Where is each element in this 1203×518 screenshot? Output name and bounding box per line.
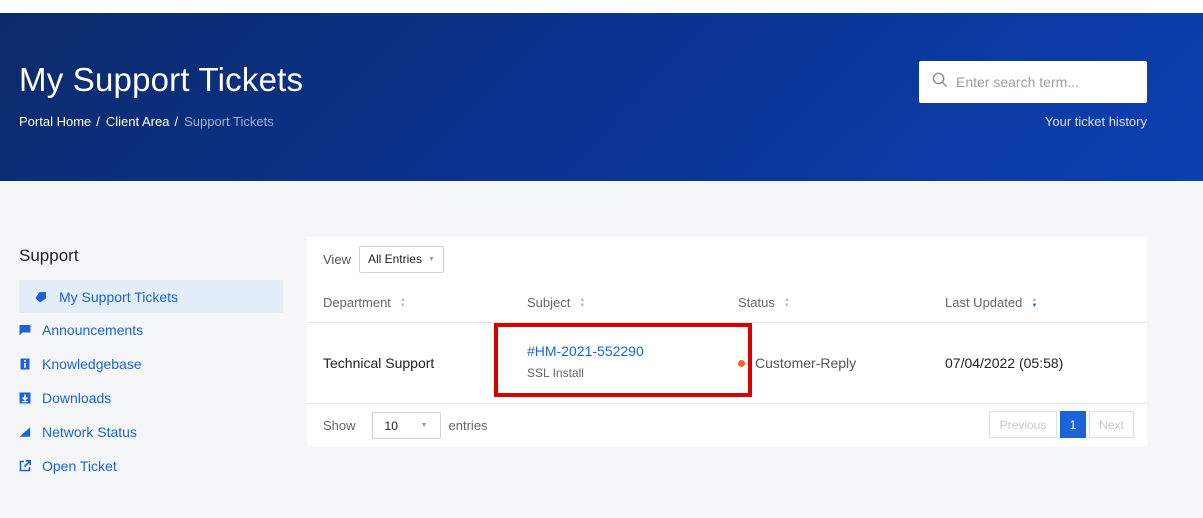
column-label: Status	[738, 295, 775, 310]
external-link-icon	[19, 460, 31, 472]
sort-desc-icon: ▲ ▼	[1031, 296, 1038, 309]
view-select[interactable]: All Entries ▼	[358, 245, 444, 273]
sort-icon: ▲ ▼	[399, 296, 406, 309]
ticket-id-link[interactable]: #HM-2021-552290	[527, 343, 644, 359]
table-footer: Show 10 ▼ entries Previous 1 Next	[307, 404, 1147, 447]
ticket-icon	[35, 291, 47, 303]
sidebar-menu: My Support Tickets Announcements Knowled…	[19, 280, 283, 483]
table-row[interactable]: Technical Support #HM-2021-552290 SSL In…	[307, 323, 1147, 404]
sort-icon: ▲ ▼	[579, 296, 586, 309]
entries-select[interactable]: 10 ▼	[371, 412, 441, 439]
search-icon	[932, 72, 948, 93]
ticket-subject: SSL Install	[527, 366, 584, 380]
breadcrumb-portal-home[interactable]: Portal Home	[19, 114, 91, 129]
sidebar-item-downloads[interactable]: Downloads	[19, 381, 283, 415]
view-filter: View All Entries ▼	[307, 237, 1147, 281]
view-select-value: All Entries	[367, 252, 422, 266]
breadcrumb-client-area[interactable]: Client Area	[106, 114, 170, 129]
status-label: Customer-Reply	[755, 355, 857, 371]
view-label: View	[323, 251, 351, 267]
column-header-department[interactable]: Department ▲ ▼	[323, 295, 406, 310]
sidebar-item-open-ticket[interactable]: Open Ticket	[19, 449, 283, 483]
column-label: Department	[323, 295, 391, 310]
column-header-subject[interactable]: Subject ▲ ▼	[527, 295, 585, 310]
pagination: Previous 1 Next	[989, 411, 1134, 438]
cell-subject: #HM-2021-552290 SSL Install	[527, 343, 644, 380]
chevron-down-icon: ▼	[427, 255, 435, 263]
breadcrumb-current: Support Tickets	[184, 114, 274, 129]
show-label: Show	[323, 418, 356, 433]
pagination-previous-button[interactable]: Previous	[989, 411, 1057, 438]
download-icon	[19, 392, 31, 404]
page-header: My Support Tickets Portal Home / Client …	[0, 13, 1203, 181]
status-dot-icon	[738, 359, 745, 367]
column-header-last-updated[interactable]: Last Updated ▲ ▼	[945, 295, 1037, 310]
breadcrumb-separator: /	[174, 114, 179, 129]
sidebar-item-label: Announcements	[42, 322, 144, 338]
entries-length: Show 10 ▼ entries	[323, 412, 488, 439]
breadcrumb-separator: /	[96, 114, 100, 129]
sidebar-item-knowledgebase[interactable]: Knowledgebase	[19, 347, 283, 381]
sort-icon: ▲ ▼	[783, 296, 790, 309]
cell-status: Customer-Reply	[738, 355, 856, 371]
ticket-history-link[interactable]: Your ticket history	[1045, 114, 1147, 129]
sidebar-item-label: Knowledgebase	[42, 356, 142, 372]
sidebar-heading: Support	[19, 246, 79, 265]
chevron-down-icon: ▼	[420, 422, 428, 429]
search-box[interactable]	[919, 61, 1147, 103]
top-strip	[0, 0, 1203, 13]
breadcrumb: Portal Home / Client Area / Support Tick…	[19, 114, 274, 129]
sidebar-item-label: Open Ticket	[42, 458, 117, 474]
sidebar-item-network-status[interactable]: Network Status	[19, 415, 283, 449]
entries-label: entries	[448, 418, 488, 433]
sidebar-item-label: Downloads	[42, 390, 112, 406]
info-icon	[19, 358, 31, 370]
pagination-page-1[interactable]: 1	[1060, 411, 1086, 438]
cell-last-updated: 07/04/2022 (05:58)	[945, 355, 1064, 371]
sidebar-item-label: Network Status	[42, 424, 137, 440]
signal-icon	[19, 426, 31, 438]
sidebar-item-label: My Support Tickets	[59, 288, 179, 305]
pagination-next-button[interactable]: Next	[1089, 411, 1134, 438]
cell-department: Technical Support	[323, 355, 435, 371]
table-header: Department ▲ ▼ Subject ▲ ▼ Status ▲ ▼ Last …	[307, 281, 1147, 323]
tickets-panel: View All Entries ▼ Department ▲ ▼ Subject…	[307, 237, 1147, 447]
sidebar-item-my-support-tickets[interactable]: My Support Tickets	[19, 280, 283, 313]
column-label: Last Updated	[945, 295, 1023, 310]
sidebar-item-announcements[interactable]: Announcements	[19, 313, 283, 347]
entries-select-value: 10	[384, 418, 398, 433]
page-title: My Support Tickets	[19, 61, 304, 98]
search-input[interactable]	[956, 74, 1136, 90]
column-label: Subject	[527, 295, 571, 310]
column-header-status[interactable]: Status ▲ ▼	[738, 295, 790, 310]
flag-icon	[19, 324, 31, 336]
